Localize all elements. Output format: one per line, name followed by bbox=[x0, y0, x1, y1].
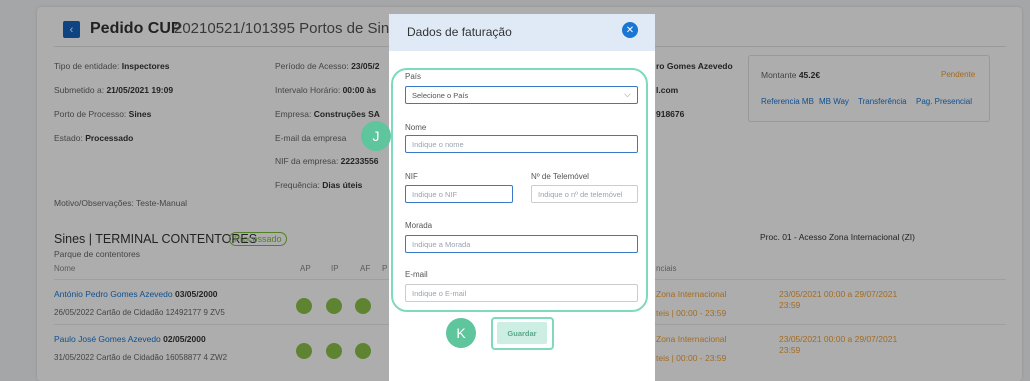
email-input[interactable]: Indique o E-mail bbox=[405, 284, 638, 302]
pais-label: País bbox=[405, 72, 422, 81]
nome-label: Nome bbox=[405, 123, 427, 132]
email-label: E-mail bbox=[405, 270, 428, 279]
nif-label: NIF bbox=[405, 172, 418, 181]
modal-header: Dados de faturação ✕ bbox=[389, 14, 655, 51]
save-button[interactable]: Guardar bbox=[497, 322, 547, 344]
pais-select[interactable]: Selecione o País ⌵ bbox=[405, 86, 638, 104]
close-icon: ✕ bbox=[625, 24, 635, 36]
modal-title: Dados de faturação bbox=[407, 25, 512, 39]
marker-k: K bbox=[446, 318, 476, 348]
telemovel-label: Nº de Telemóvel bbox=[531, 172, 589, 181]
morada-input[interactable]: Indique a Morada bbox=[405, 235, 638, 253]
marker-j: J bbox=[361, 121, 391, 151]
telemovel-input[interactable]: Indique o nº de telemóvel bbox=[531, 185, 638, 203]
chevron-down-icon: ⌵ bbox=[624, 89, 631, 99]
close-button[interactable]: ✕ bbox=[622, 22, 638, 38]
nome-input[interactable]: Indique o nome bbox=[405, 135, 638, 153]
nif-input[interactable]: Indique o NIF bbox=[405, 185, 513, 203]
morada-label: Morada bbox=[405, 221, 433, 230]
